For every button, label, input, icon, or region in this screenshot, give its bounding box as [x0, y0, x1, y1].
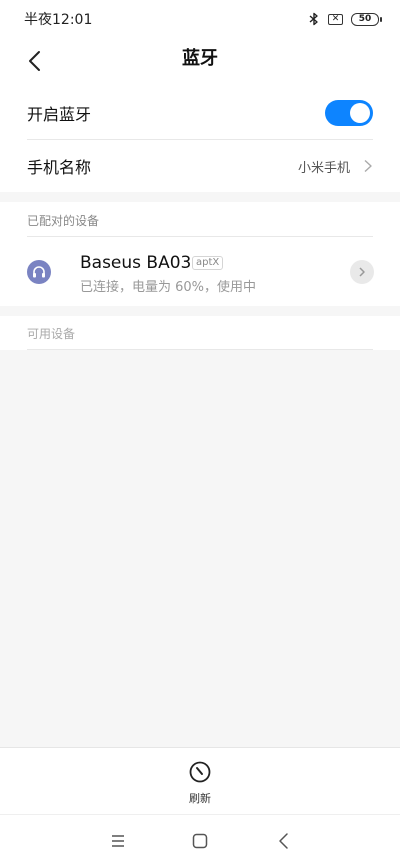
no-sim-icon: ✕	[328, 13, 343, 25]
device-name: Baseus BA03	[80, 253, 192, 273]
back-icon[interactable]	[274, 831, 294, 851]
list-item[interactable]: Baseus BA03 aptX 已连接，电量为 60%，使用中	[0, 237, 400, 306]
navigation-bar	[0, 814, 400, 866]
codec-badge: aptX	[192, 256, 224, 270]
bluetooth-toggle-label: 开启蓝牙	[27, 104, 92, 124]
battery-indicator: 50	[351, 12, 382, 26]
chevron-right-icon	[359, 267, 365, 277]
available-devices-card: 可用设备	[0, 316, 400, 350]
title-bar: 蓝牙	[0, 38, 400, 86]
refresh-icon	[189, 761, 211, 783]
menu-icon[interactable]	[108, 831, 128, 851]
device-name-value: 小米手机	[297, 160, 350, 176]
status-bar: 半夜12:01 ✕ 50	[0, 0, 400, 38]
chevron-right-icon	[364, 159, 372, 173]
bluetooth-toggle-switch[interactable]	[325, 100, 373, 126]
refresh-button[interactable]: 刷新	[180, 760, 220, 806]
bluetooth-settings-card: 开启蓝牙 手机名称 小米手机	[0, 86, 400, 192]
headset-icon	[27, 260, 51, 284]
paired-devices-card: 已配对的设备 Baseus BA03 aptX 已连接，电量为 60%，使用中	[0, 202, 400, 306]
toggle-knob	[350, 103, 370, 123]
bluetooth-toggle-row[interactable]: 开启蓝牙	[0, 86, 400, 139]
device-name-label: 手机名称	[27, 158, 92, 177]
status-time: 半夜12:01	[24, 12, 93, 28]
paired-devices-header: 已配对的设备	[27, 214, 100, 228]
page-title: 蓝牙	[182, 48, 218, 69]
device-detail-button[interactable]	[350, 260, 374, 284]
status-icons: ✕ 50	[308, 12, 382, 26]
device-status: 已连接，电量为 60%，使用中	[80, 280, 257, 295]
device-name-row[interactable]: 手机名称 小米手机	[0, 140, 400, 192]
bluetooth-icon	[309, 12, 318, 26]
bottom-action-bar: 刷新	[0, 747, 400, 814]
available-devices-header: 可用设备	[27, 327, 76, 341]
divider	[27, 349, 373, 350]
home-icon[interactable]	[190, 831, 210, 851]
refresh-label: 刷新	[189, 792, 211, 805]
